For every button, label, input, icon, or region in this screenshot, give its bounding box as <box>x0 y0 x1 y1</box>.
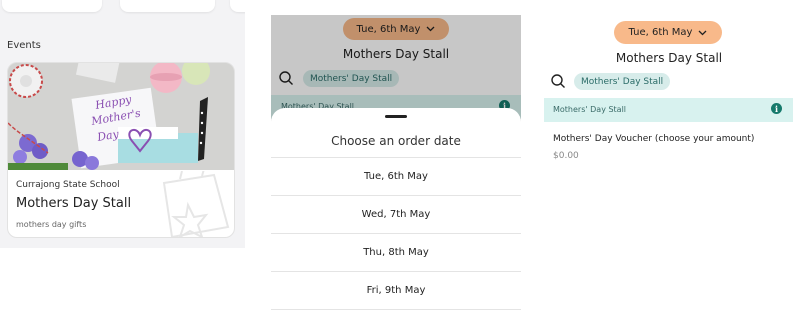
top-card-left[interactable] <box>2 0 102 12</box>
calendar-star-decoration-icon <box>162 171 230 237</box>
info-icon[interactable]: i <box>771 103 782 114</box>
date-option[interactable]: Thu, 8th May <box>271 233 521 271</box>
date-option-divider <box>271 309 521 318</box>
search-icon[interactable] <box>551 74 566 89</box>
stall-title: Mothers Day Stall <box>615 51 723 65</box>
category-band-label: Mothers' Day Stall <box>553 105 627 114</box>
date-selector-pill[interactable]: Tue, 6th May <box>614 21 722 44</box>
event-card-body: Currajong State School Mothers Day Stall… <box>8 170 234 237</box>
date-option[interactable]: Fri, 9th May <box>271 271 521 309</box>
top-card-right[interactable] <box>230 0 245 12</box>
product-price: $0.00 <box>553 151 579 161</box>
category-band: Mothers' Day Stall i <box>544 98 793 122</box>
date-option[interactable]: Tue, 6th May <box>271 157 521 195</box>
order-date-screen: Tue, 6th May Mothers Day Stall Mothers' … <box>271 15 521 318</box>
order-date-sheet: Choose an order date Tue, 6th May Wed, 7… <box>271 108 521 318</box>
mothers-day-illustration: Happy Mother's Day <box>8 63 234 170</box>
sheet-drag-handle[interactable] <box>385 115 407 118</box>
date-pill-label: Tue, 6th May <box>628 27 693 38</box>
events-screen: Events Happy Mother's Day Currajong Stat… <box>0 0 245 248</box>
category-chip[interactable]: Mothers' Day Stall <box>574 73 671 90</box>
events-heading: Events <box>7 40 41 51</box>
school-name: Currajong State School <box>16 180 120 190</box>
stall-products-screen: Tue, 6th May Mothers Day Stall Mothers' … <box>544 15 794 195</box>
event-card[interactable]: Happy Mother's Day Currajong State Schoo… <box>7 62 235 238</box>
sheet-title: Choose an order date <box>331 134 461 148</box>
event-image: Happy Mother's Day <box>8 63 234 170</box>
event-title: Mothers Day Stall <box>16 196 132 211</box>
top-card-middle[interactable] <box>120 0 215 12</box>
event-subtitle: mothers day gifts <box>16 220 87 229</box>
date-option[interactable]: Wed, 7th May <box>271 195 521 233</box>
chevron-down-icon <box>698 30 707 35</box>
product-name[interactable]: Mothers' Day Voucher (choose your amount… <box>553 134 754 144</box>
